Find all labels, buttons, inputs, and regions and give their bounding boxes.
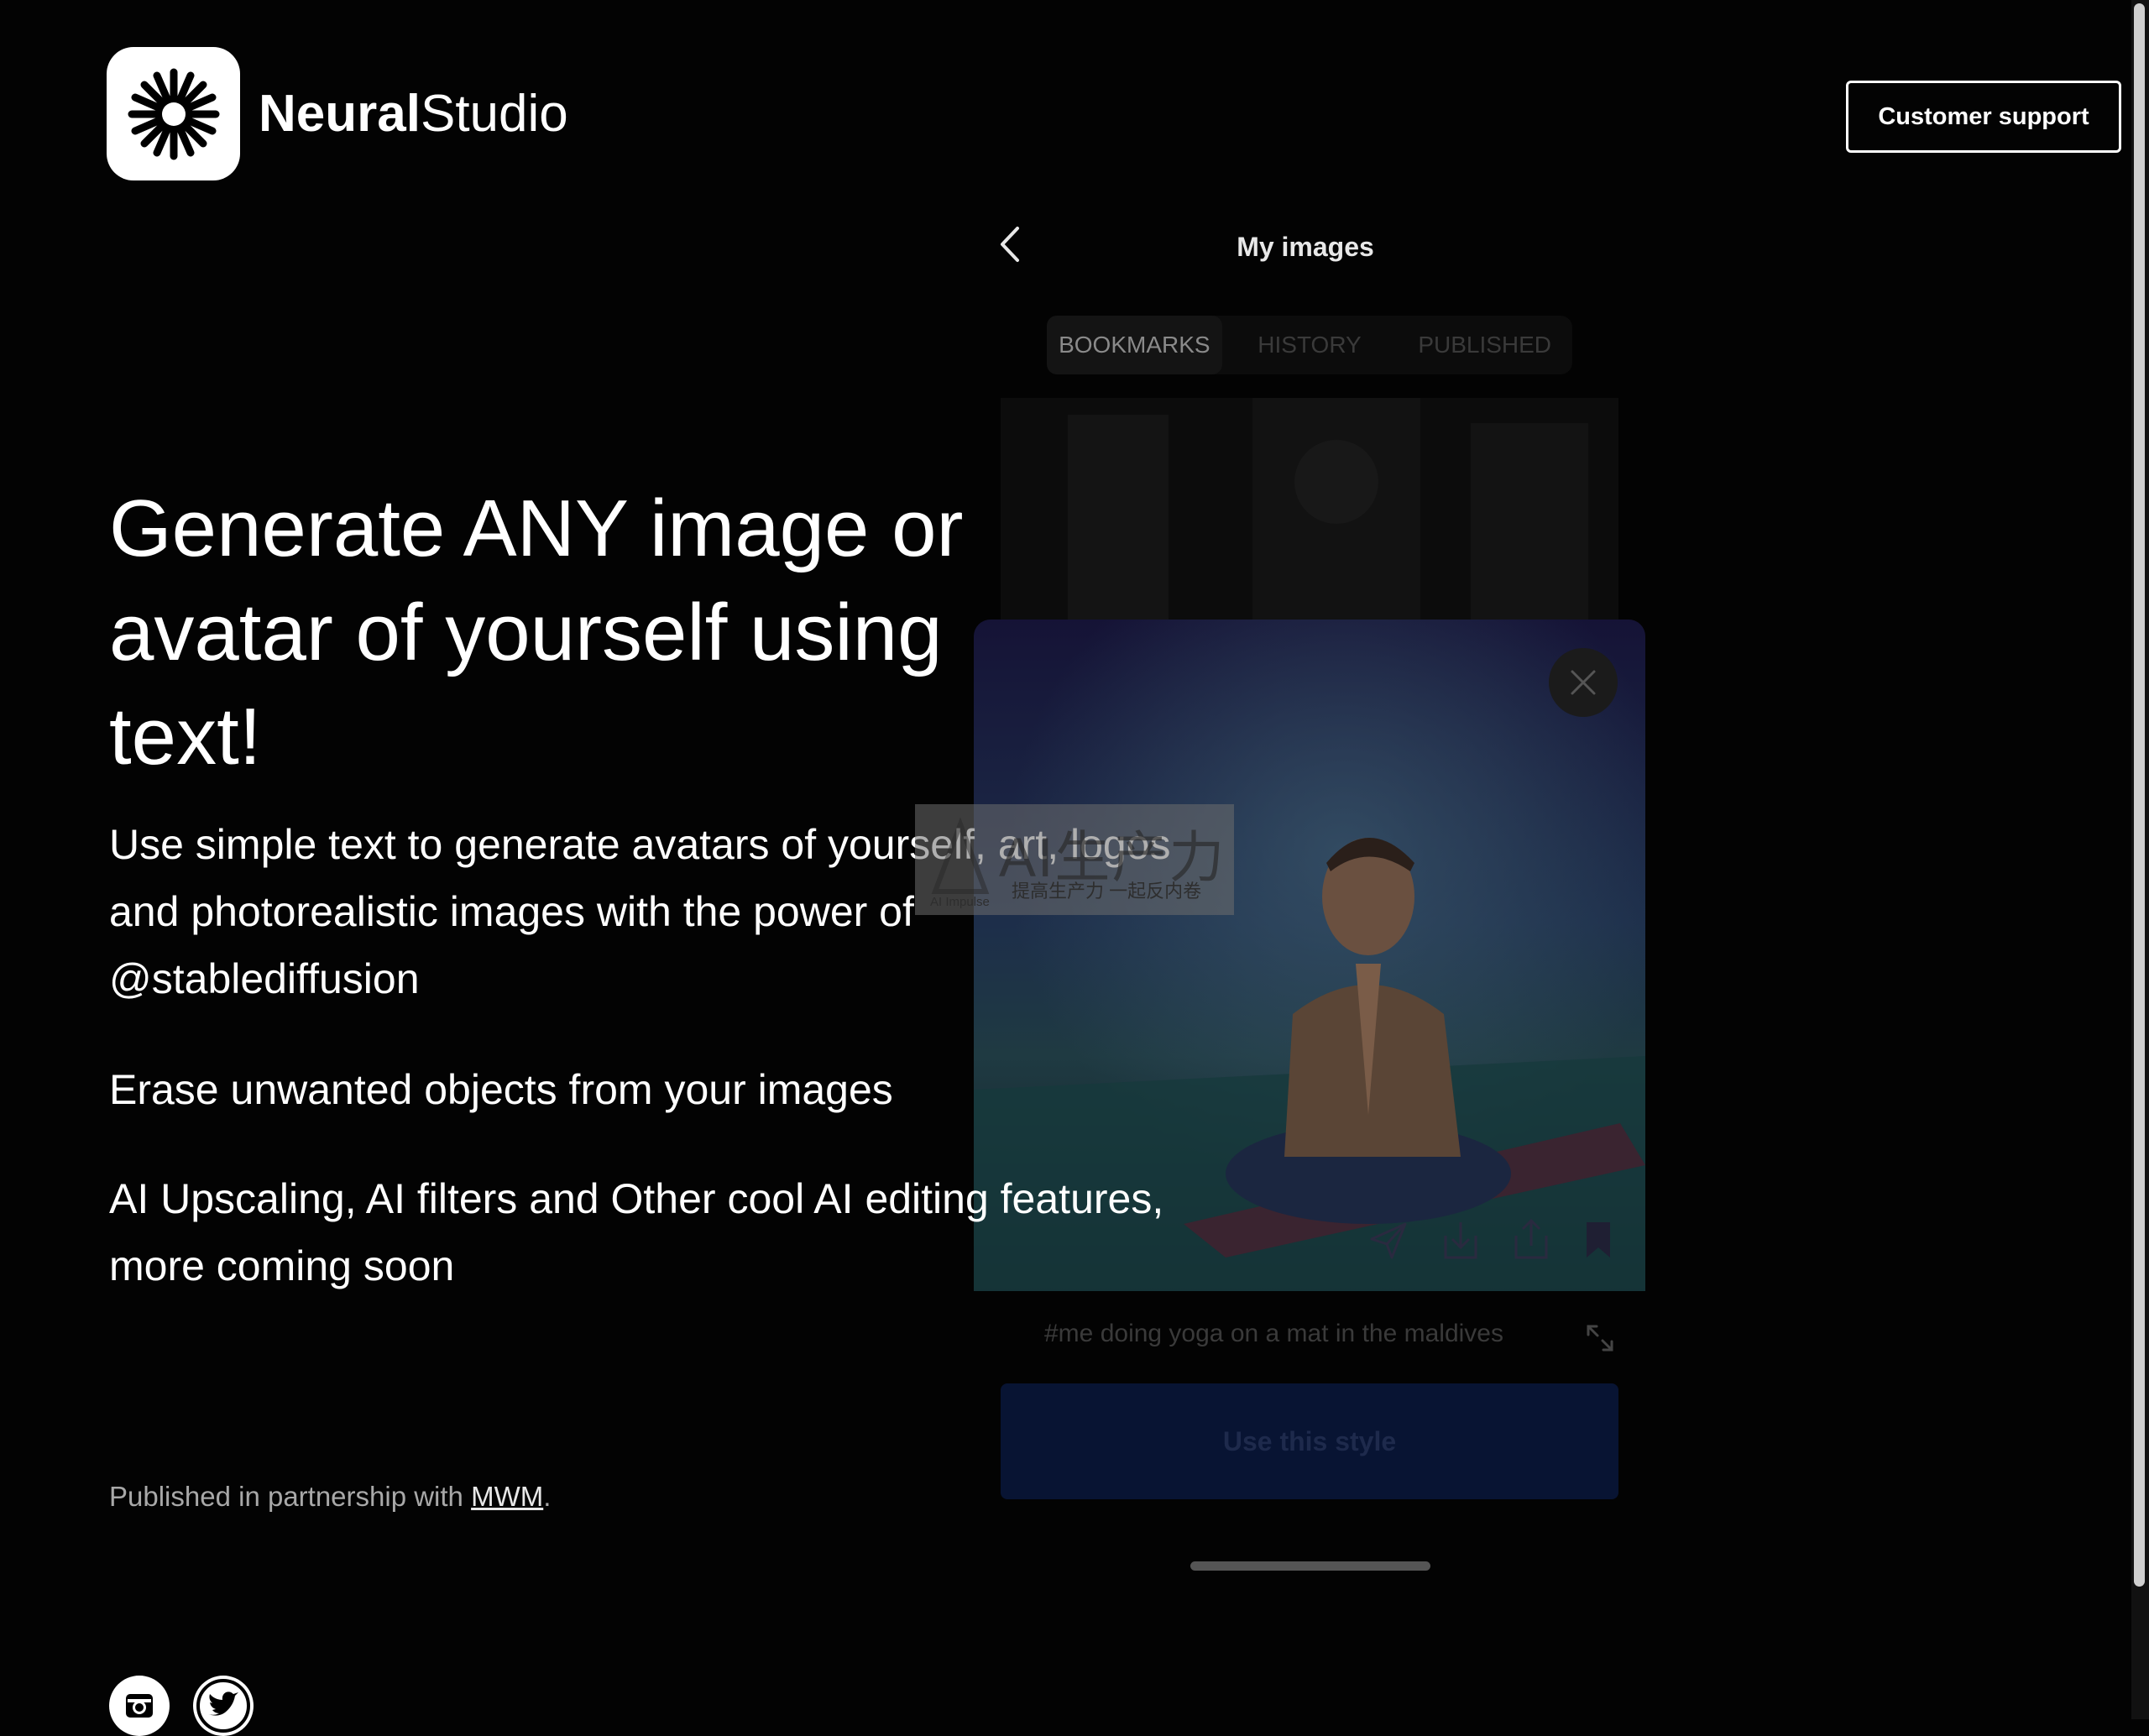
- twitter-icon: [196, 1679, 250, 1733]
- tab-bookmarks[interactable]: BOOKMARKS: [1047, 316, 1222, 374]
- feature-text: AI Upscaling, AI filters and Other cool …: [109, 1175, 1164, 1289]
- back-chevron-icon[interactable]: [991, 223, 1033, 265]
- watermark: AI生产力 提高生产力 一起反内卷 AI Impulse: [915, 804, 1234, 915]
- tab-history[interactable]: HISTORY: [1222, 316, 1398, 374]
- feature-text: Erase unwanted objects from your images: [109, 1066, 893, 1113]
- send-icon[interactable]: [1368, 1221, 1409, 1261]
- published-suffix: .: [543, 1481, 552, 1512]
- thumbnail-art: [1001, 398, 1618, 625]
- partner-link[interactable]: MWM: [471, 1481, 543, 1512]
- phone-title: My images: [1237, 232, 1374, 262]
- home-indicator: [1190, 1561, 1430, 1571]
- customer-support-button[interactable]: Customer support: [1846, 81, 2121, 153]
- brand-bold: Neural: [259, 85, 421, 143]
- instagram-link[interactable]: [109, 1676, 170, 1736]
- watermark-logo-icon: [931, 817, 990, 894]
- image-thumbnail[interactable]: [1001, 398, 1618, 625]
- watermark-small-text: AI Impulse: [930, 895, 990, 909]
- published-note: Published in partnership with MWM.: [109, 1477, 551, 1516]
- expand-icon[interactable]: [1585, 1323, 1615, 1353]
- watermark-subtitle: 提高生产力 一起反内卷: [1012, 881, 1202, 902]
- starburst-logo-icon: [128, 68, 219, 159]
- phone-tabs: BOOKMARKS HISTORY PUBLISHED: [1047, 316, 1572, 374]
- twitter-link[interactable]: [193, 1676, 254, 1736]
- share-icon[interactable]: [1513, 1217, 1550, 1261]
- tab-published[interactable]: PUBLISHED: [1397, 316, 1572, 374]
- use-this-style-button[interactable]: Use this style: [1001, 1383, 1618, 1499]
- logo[interactable]: [107, 47, 240, 180]
- published-prefix: Published in partnership with: [109, 1481, 472, 1512]
- download-icon[interactable]: [1442, 1219, 1479, 1261]
- scrollbar-thumb[interactable]: [2134, 3, 2145, 1587]
- hero-headline: Generate ANY image or avatar of yourself…: [109, 484, 964, 782]
- prompt-text: #me doing yoga on a mat in the maldives: [1044, 1320, 1503, 1347]
- brand-light: Studio: [420, 85, 568, 143]
- close-icon: [1571, 670, 1596, 695]
- instagram-icon: [126, 1694, 153, 1718]
- brand-name[interactable]: NeuralStudio: [259, 81, 568, 148]
- bookmark-icon[interactable]: [1585, 1221, 1612, 1259]
- close-button[interactable]: [1549, 648, 1618, 717]
